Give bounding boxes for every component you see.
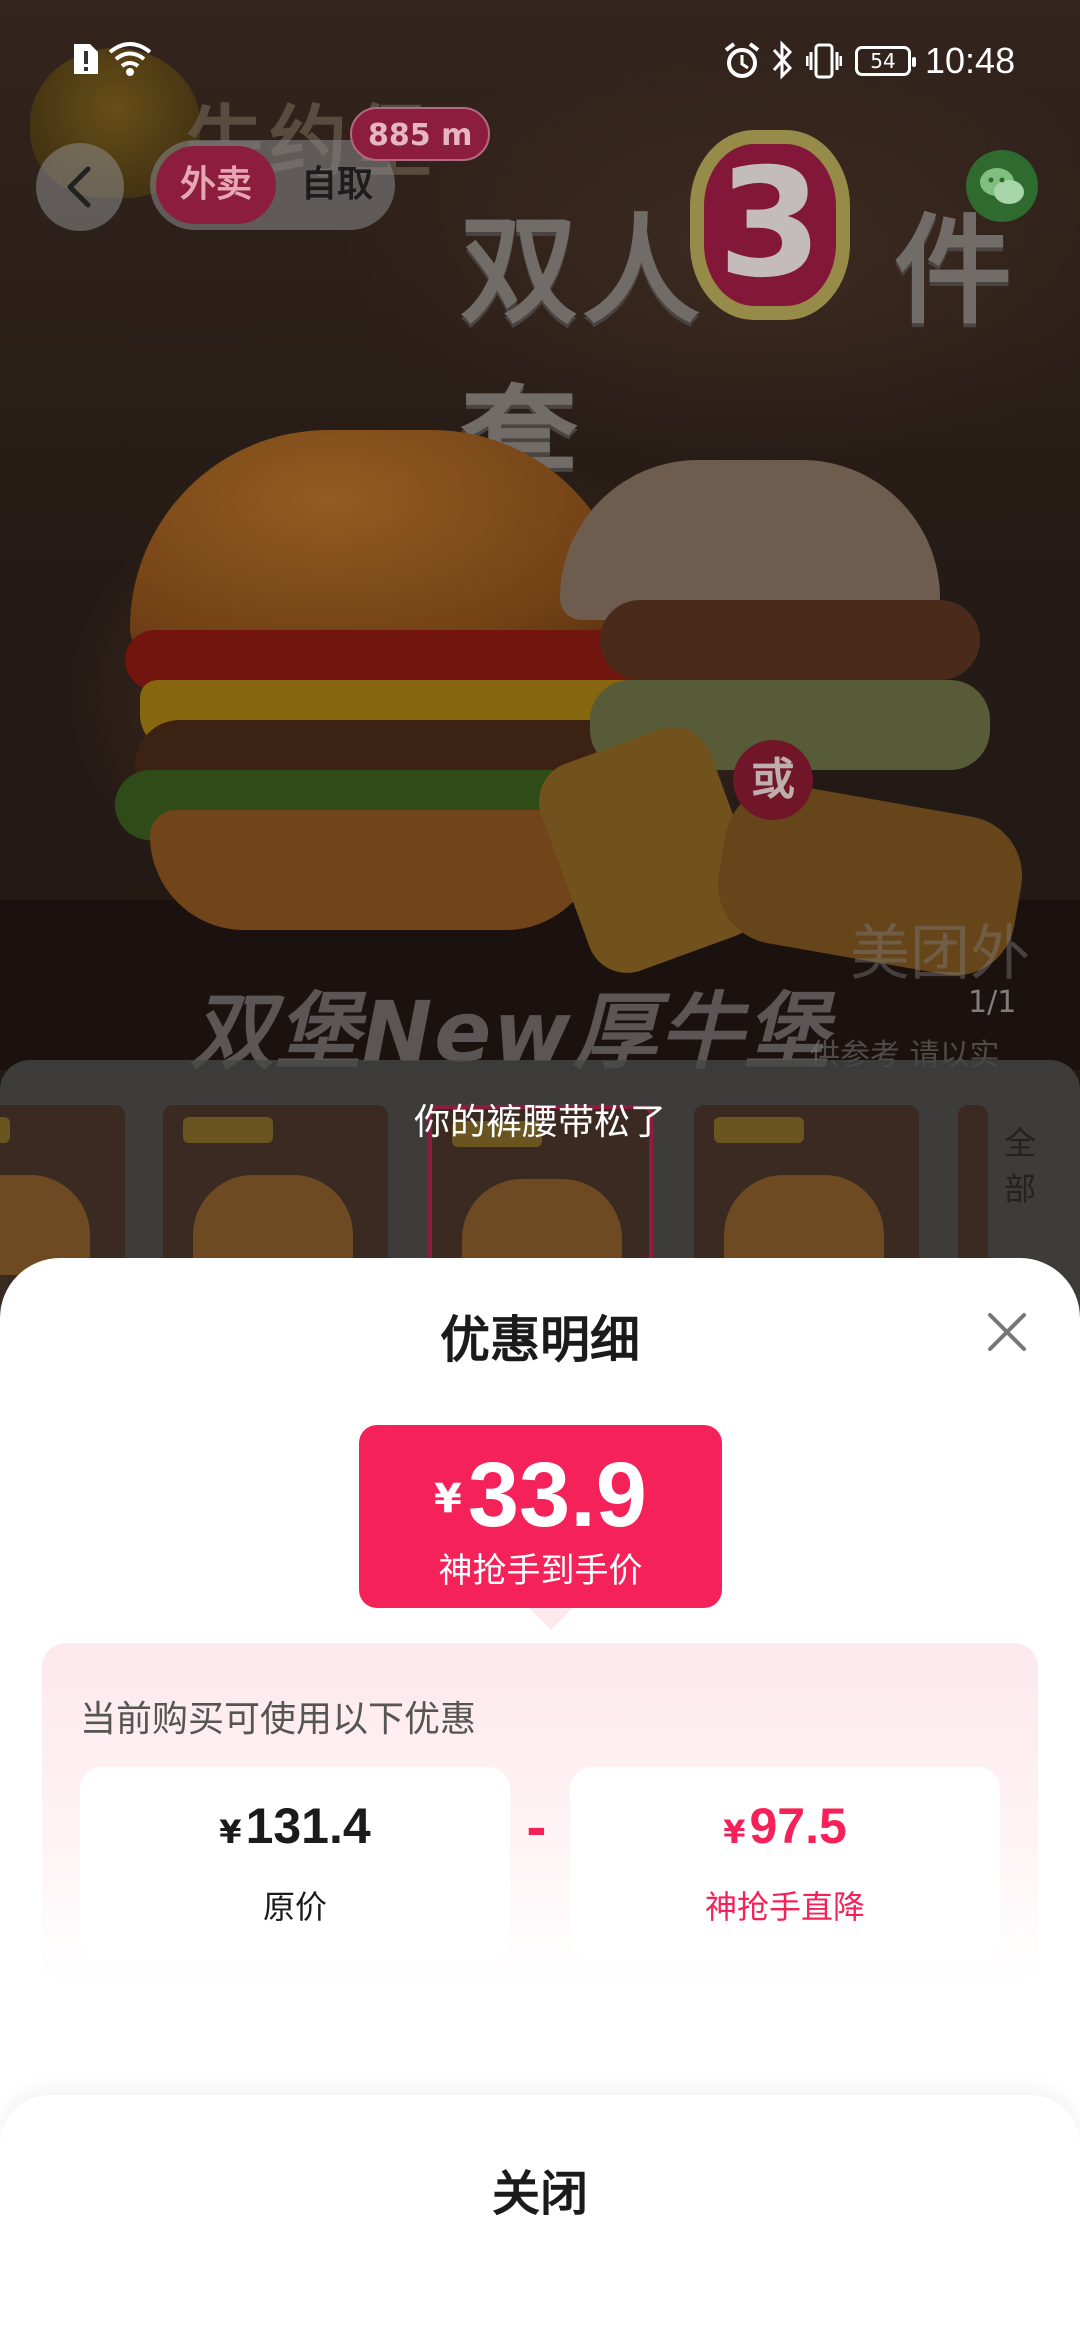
direct-discount-value: 97.5 [749, 1798, 847, 1854]
original-price-value: 131.4 [245, 1798, 371, 1854]
tab-delivery[interactable]: 外卖 [156, 146, 276, 224]
original-price-label: 原价 [262, 1888, 327, 1926]
screen: 牛约堡 双人件套 3 或 双堡New厚牛堡 美团外 供参考 请以实 1/1 [0, 0, 1080, 2340]
wechat-share-button[interactable] [966, 150, 1038, 222]
direct-discount: ¥97.5 [570, 1797, 1000, 1855]
battery-indicator: 54 [855, 46, 916, 76]
distance-badge: 885 m [350, 107, 491, 161]
back-button[interactable] [36, 143, 124, 231]
original-price-currency: ¥ [219, 1813, 242, 1851]
toast-message: 你的裤腰带松了 [413, 1102, 666, 1143]
sim-alert-icon [74, 44, 98, 74]
bluetooth-icon [772, 40, 793, 80]
final-price-value: 33.9 [467, 1444, 647, 1546]
final-price: ¥33.9 [359, 1443, 722, 1548]
panel-caption: 当前购买可使用以下优惠 [80, 1699, 477, 1740]
alarm-icon [724, 42, 760, 78]
direct-discount-card: ¥97.5 神抢手直降 [570, 1767, 1000, 1962]
original-price: ¥131.4 [80, 1797, 510, 1855]
final-price-caption: 神抢手到手价 [438, 1551, 643, 1591]
vibrate-icon [806, 43, 842, 79]
minus-operator: - [526, 1800, 547, 1858]
clock: 10:48 [925, 40, 1016, 81]
original-price-card: ¥131.4 原价 [80, 1767, 510, 1962]
final-price-box: ¥33.9 神抢手到手价 [359, 1425, 722, 1630]
status-bar: 54 10:48 [0, 0, 1080, 125]
close-icon[interactable] [982, 1307, 1032, 1357]
wifi-icon [108, 42, 152, 76]
chevron-left-icon [67, 166, 91, 208]
direct-discount-currency: ¥ [723, 1813, 746, 1851]
sheet-title: 优惠明细 [440, 1311, 640, 1369]
final-price-currency: ¥ [434, 1476, 462, 1522]
wechat-icon [980, 168, 1024, 204]
direct-discount-label: 神抢手直降 [704, 1888, 865, 1926]
close-button[interactable]: 关闭 [0, 2155, 1080, 2235]
